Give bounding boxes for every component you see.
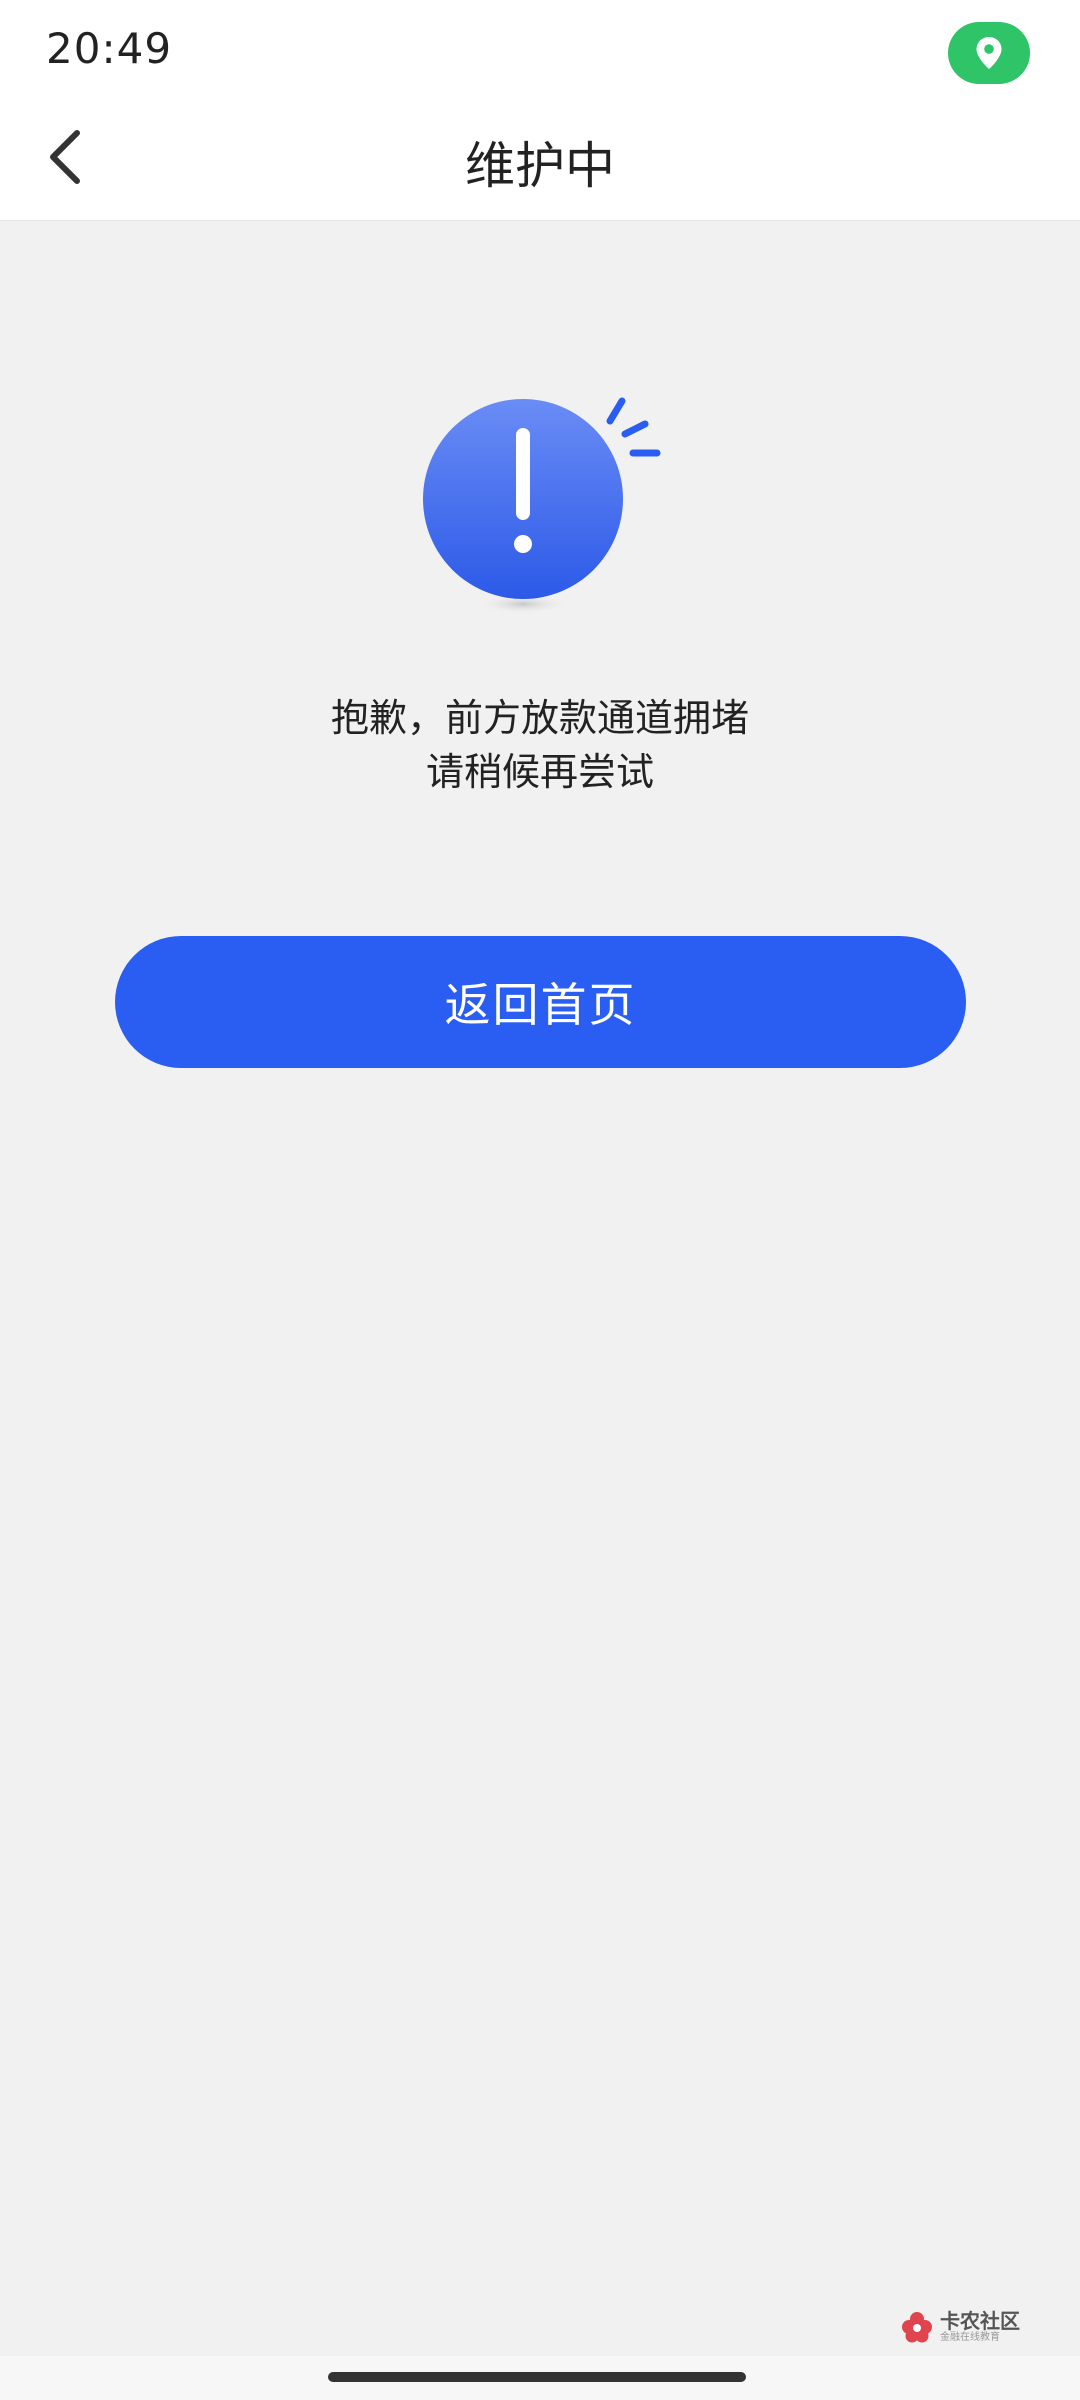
watermark-title: 卡农社区 [940,2309,1020,2333]
watermark-subtitle: 金融在线教育 [940,2332,1000,2343]
message-line-2: 请稍候再尝试 [425,750,654,794]
watermark-logo: 卡农社区 金融在线教育 [900,2307,1030,2347]
message-line-1: 抱歉，前方放款通道拥堵 [330,696,749,740]
location-indicator[interactable] [948,22,1030,84]
home-indicator-bar[interactable] [328,2372,746,2382]
navigation-bar: 维护中 [0,100,1080,221]
page-title: 维护中 [465,137,615,195]
gesture-navigation-area [0,2356,1080,2400]
location-pin-icon [976,37,1002,69]
return-home-button[interactable]: 返回首页 [115,936,966,1068]
main-content: 抱歉，前方放款通道拥堵 请稍候再尝试 返回首页 卡农社区 金融在线教育 [0,221,1080,2356]
status-bar: 20:49 [0,0,1080,100]
exclamation-alert-icon [423,397,661,614]
alert-illustration [410,386,670,626]
error-message: 抱歉，前方放款通道拥堵 请稍候再尝试 [0,691,1080,799]
status-time: 20:49 [46,24,173,73]
flower-logo-icon [902,2312,932,2343]
